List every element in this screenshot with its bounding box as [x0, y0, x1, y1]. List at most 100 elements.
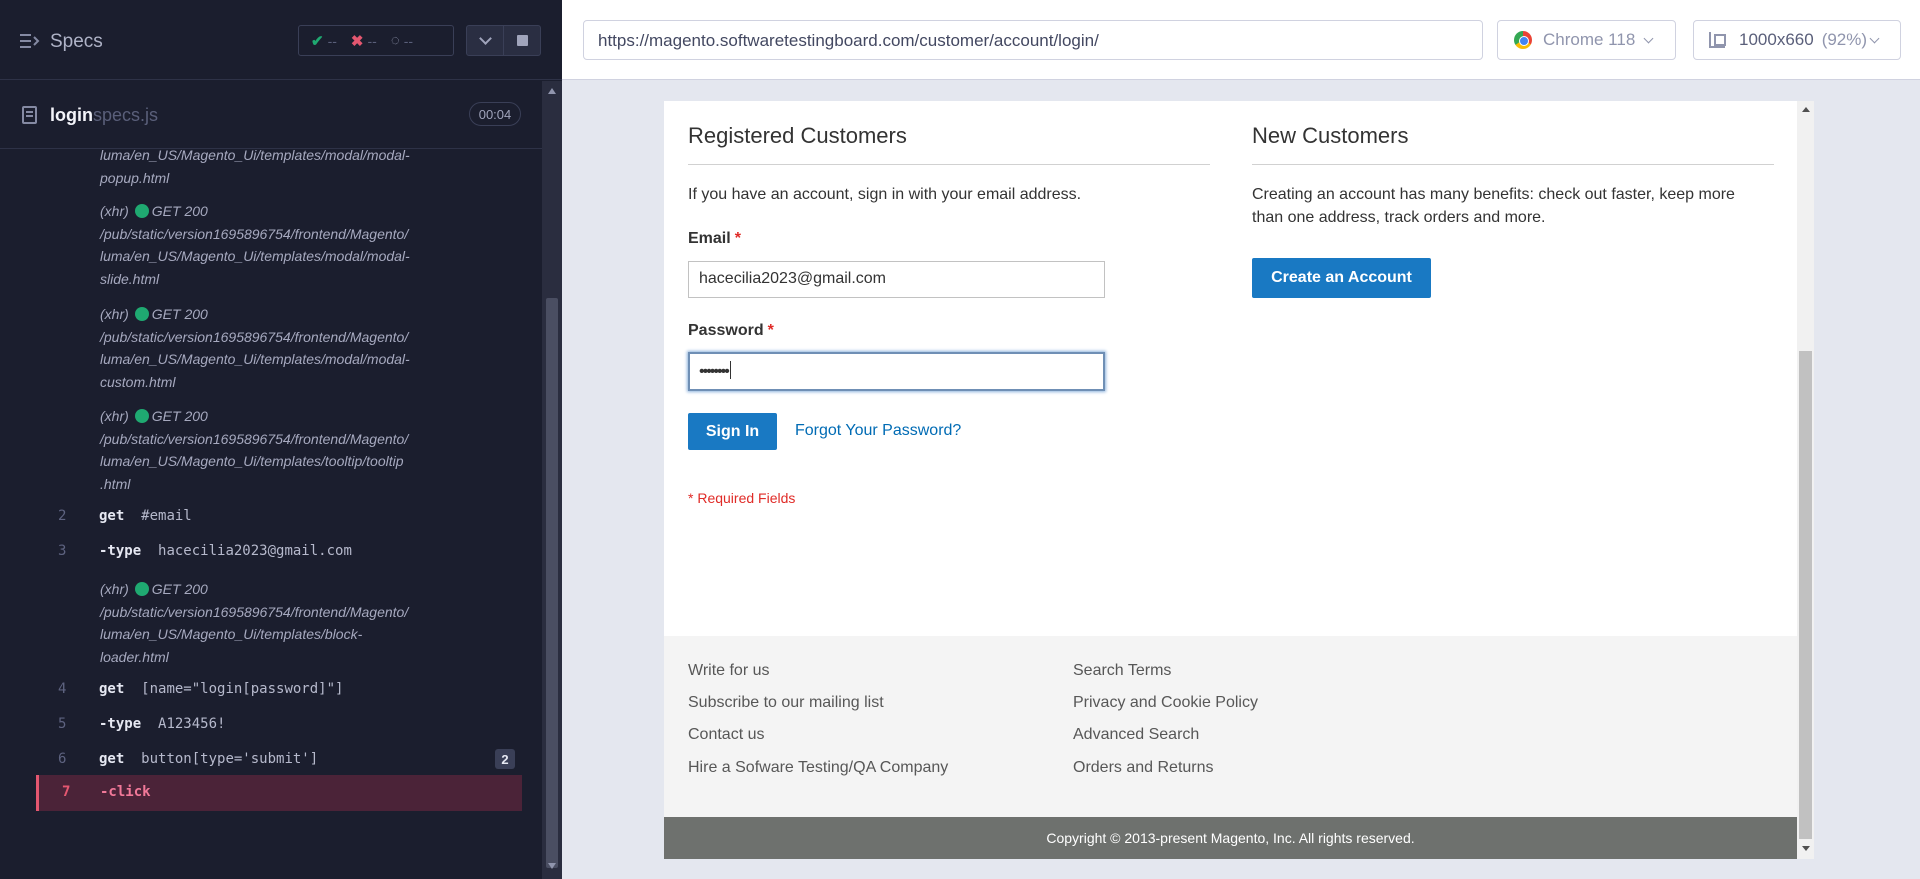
chevron-down-icon [478, 32, 492, 45]
footer-link-hire[interactable]: Hire a Sofware Testing/QA Company [688, 759, 948, 777]
file-icon [22, 106, 37, 124]
email-field[interactable]: hacecilia2023@gmail.com [688, 261, 1105, 298]
spec-name[interactable]: loginspecs.js [50, 105, 158, 126]
url-bar[interactable]: https://magento.softwaretestingboard.com… [583, 20, 1483, 60]
forgot-password-link[interactable]: Forgot Your Password? [795, 422, 961, 440]
line-number: 5 [58, 716, 67, 732]
chrome-icon [1514, 31, 1532, 49]
new-customers-text: Creating an account has many benefits: c… [1252, 186, 1735, 226]
chevron-down-icon [1643, 33, 1654, 43]
status-dot-icon [134, 409, 149, 423]
login-intro-text: If you have an account, sign in with you… [688, 186, 1082, 203]
stop-button[interactable] [503, 25, 541, 56]
password-label: Password * [688, 322, 774, 339]
specs-list-icon[interactable] [20, 33, 40, 49]
footer-link-privacy[interactable]: Privacy and Cookie Policy [1073, 694, 1258, 712]
x-icon: ✖ [350, 32, 364, 50]
spec-duration: 00:04 [469, 102, 521, 126]
passed-stat: ✔ -- [311, 32, 337, 50]
scroll-up-arrow-icon[interactable] [548, 88, 556, 94]
xhr-log-entry[interactable]: (xhr) GET 200 /pub/static/version16958967… [100, 200, 520, 291]
preview-toolbar: https://magento.softwaretestingboard.com… [562, 0, 1920, 80]
command-name: -click [100, 784, 151, 800]
reporter-header: Specs ✔ -- ✖ -- ◌ -- [0, 0, 562, 80]
command-name: -type [99, 716, 142, 732]
xhr-log-entry[interactable]: (xhr) GET 200 /pub/static/version16958967… [100, 405, 520, 496]
xhr-log-entry[interactable]: (xhr) GET 200 /pub/static/version16958967… [100, 303, 520, 394]
pending-count: -- [403, 32, 414, 49]
command-name: get [99, 751, 125, 767]
create-account-button[interactable]: Create an Account [1252, 258, 1431, 298]
required-asterisk: * [767, 322, 774, 339]
line-number: 7 [62, 784, 71, 800]
spec-file-ext: specs.js [93, 105, 159, 125]
toggle-auto-scroll-button[interactable] [466, 25, 504, 56]
element-count-badge: 2 [495, 749, 515, 769]
command-click-active[interactable]: 7 -click [36, 775, 522, 811]
scrollbar-thumb[interactable] [546, 298, 558, 868]
status-dot-icon [134, 307, 149, 321]
stop-icon [516, 35, 528, 46]
spec-file-name: login [50, 105, 93, 125]
footer-link-orders-returns[interactable]: Orders and Returns [1073, 759, 1214, 777]
command-arg: button[type='submit'] [141, 751, 319, 767]
specs-label[interactable]: Specs [50, 31, 103, 53]
pending-stat: ◌ -- [391, 32, 413, 49]
zoom-level: (92%) [1821, 30, 1868, 49]
chevron-down-icon [1869, 33, 1880, 43]
viewport-info[interactable]: 1000x660 (92%) [1693, 20, 1901, 60]
page-footer: Write for us Subscribe to our mailing li… [664, 636, 1797, 817]
failed-stat: ✖ -- [351, 32, 377, 50]
command-arg: [name="login[password]"] [141, 681, 344, 697]
divider [1252, 164, 1774, 165]
xhr-log-entry[interactable]: (xhr) GET 200 /pub/static/version16958967… [100, 578, 520, 669]
footer-link-write-for-us[interactable]: Write for us [688, 662, 770, 680]
spinner-icon: ◌ [390, 32, 400, 49]
footer-link-search-terms[interactable]: Search Terms [1073, 662, 1171, 680]
scrollbar-thumb[interactable] [1799, 351, 1812, 839]
status-dot-icon [134, 204, 149, 218]
registered-customers-title: Registered Customers [688, 123, 907, 148]
viewport-size: 1000x660 [1739, 30, 1814, 49]
email-label: Email * [688, 230, 741, 247]
page-scrollbar[interactable] [1797, 101, 1814, 859]
command-arg: A123456! [158, 716, 226, 732]
command-name: get [99, 508, 125, 524]
footer-link-subscribe[interactable]: Subscribe to our mailing list [688, 694, 884, 712]
app-preview: https://magento.softwaretestingboard.com… [562, 0, 1920, 879]
line-number: 6 [58, 751, 67, 767]
test-stats: ✔ -- ✖ -- ◌ -- [298, 25, 454, 56]
browser-label: Chrome 118 [1543, 30, 1636, 49]
browser-selector[interactable]: Chrome 118 [1497, 20, 1676, 60]
scroll-up-arrow-icon[interactable] [1802, 107, 1810, 112]
command-log: luma/en_US/Magento_Ui/templates/modal/mo… [36, 150, 522, 812]
required-fields-note: * Required Fields [688, 490, 796, 506]
sign-in-button[interactable]: Sign In [688, 413, 777, 450]
line-number: 2 [58, 508, 67, 524]
new-customers-title: New Customers [1252, 123, 1409, 148]
footer-link-advanced-search[interactable]: Advanced Search [1073, 726, 1199, 744]
divider [688, 164, 1210, 165]
command-name: get [99, 681, 125, 697]
text-cursor [729, 361, 732, 379]
command-name: -type [99, 543, 142, 559]
command-log-panel: Specs ✔ -- ✖ -- ◌ -- loginspecs.js 00:04 [0, 0, 562, 879]
password-field[interactable]: •••••••• [688, 352, 1105, 391]
required-asterisk: * [734, 230, 741, 247]
footer-link-contact[interactable]: Contact us [688, 726, 764, 744]
check-icon: ✔ [311, 32, 324, 50]
xhr-log-entry[interactable]: luma/en_US/Magento_Ui/templates/modal/mo… [100, 150, 520, 189]
command-log-scrollbar[interactable] [542, 81, 562, 879]
passed-count: -- [327, 32, 337, 49]
status-dot-icon [134, 582, 149, 596]
scroll-down-arrow-icon[interactable] [1802, 846, 1810, 851]
failed-count: -- [367, 32, 377, 49]
line-number: 4 [58, 681, 67, 697]
copyright: Copyright © 2013-present Magento, Inc. A… [664, 817, 1797, 859]
scroll-down-arrow-icon[interactable] [548, 863, 556, 869]
app-iframe: Registered Customers If you have an acco… [664, 101, 1814, 859]
command-arg: #email [141, 508, 192, 524]
line-number: 3 [58, 543, 67, 559]
viewport-icon [1709, 32, 1726, 48]
command-arg: hacecilia2023@gmail.com [158, 543, 352, 559]
